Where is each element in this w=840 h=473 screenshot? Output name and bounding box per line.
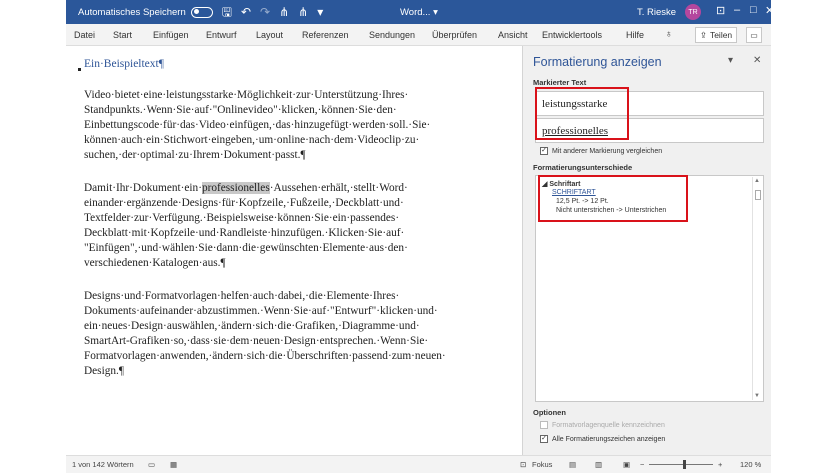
tab-sendungen[interactable]: Sendungen (369, 30, 415, 40)
style-source-checkbox-row[interactable]: Formatvorlagenquelle kennzeichnen (540, 421, 665, 429)
scroll-up-icon[interactable]: ▲ (754, 178, 760, 184)
red-highlight-box-diff (538, 175, 688, 222)
close-icon[interactable]: ✕ (765, 4, 774, 17)
lightbulb-icon[interactable]: ♁ (665, 29, 673, 40)
pane-title: Formatierung anzeigen (533, 55, 662, 69)
zoom-in-icon[interactable]: + (718, 460, 722, 469)
minimize-icon[interactable]: – (734, 4, 740, 16)
tree-icon[interactable]: ⋔ (279, 6, 289, 18)
zoom-slider[interactable] (649, 460, 713, 469)
proofing-icon[interactable]: ▭ (148, 460, 155, 469)
word-count[interactable]: 1 von 142 Wörtern (72, 460, 134, 469)
customize-icon[interactable]: ▾ (317, 6, 323, 18)
text-line: verschiedenen·Katalogen·aus.¶ (84, 257, 226, 269)
text-line: suchen,·der·optimal·zu·Ihrem·Dokument·pa… (84, 149, 306, 161)
scroll-down-icon[interactable]: ▼ (754, 393, 760, 399)
style-source-checkbox[interactable] (540, 421, 548, 429)
tab-ansicht[interactable]: Ansicht (498, 30, 528, 40)
red-highlight-box-text (535, 87, 629, 140)
document-area[interactable]: Ein·Beispieltext¶ Video·bietet·eine·leis… (66, 46, 522, 455)
pane-close-icon[interactable]: ✕ (753, 55, 761, 66)
maximize-icon[interactable]: □ (750, 4, 757, 16)
autosave-label: Automatisches Speichern (78, 6, 186, 18)
text-line: "Einfügen",·und·wählen·Sie·dann·die·gewü… (84, 242, 408, 254)
marked-text-label: Markierter Text (533, 78, 587, 87)
tab-einfuegen[interactable]: Einfügen (153, 30, 189, 40)
reveal-formatting-pane: Formatierung anzeigen ▾ ✕ Markierter Tex… (522, 46, 771, 455)
text-line: Damit·Ihr·Dokument·ein·professionelles·A… (84, 182, 408, 194)
text-line: Formatvorlagen·anwenden,·ändern·sich·die… (84, 350, 446, 362)
text-line: Design.¶ (84, 365, 124, 377)
zoom-level[interactable]: 120 % (740, 460, 761, 469)
save-icon[interactable]: 🖫 (222, 6, 232, 18)
tab-hilfe[interactable]: Hilfe (626, 30, 644, 40)
text-line: einander·ergänzende·Designs·für·Kopfzeil… (84, 197, 404, 209)
tree2-icon[interactable]: ⋔ (298, 6, 308, 18)
print-layout-icon[interactable]: ▥ (595, 460, 602, 469)
title-bar: Automatisches Speichern 🖫 ↶ ↷ ⋔ ⋔ ▾ Word… (66, 0, 774, 24)
tab-entwurf[interactable]: Entwurf (206, 30, 237, 40)
focus-label[interactable]: Fokus (532, 460, 552, 469)
comments-icon[interactable]: ▭ (746, 27, 762, 43)
pane-options-icon[interactable]: ▾ (728, 55, 733, 66)
redo-icon[interactable]: ↷ (260, 6, 270, 18)
text-line: Standpunkts.·Wenn·Sie·auf·"Onlinevideo"·… (84, 104, 397, 116)
autosave-toggle[interactable] (190, 6, 213, 18)
tab-start[interactable]: Start (113, 30, 132, 40)
tab-entwicklertools[interactable]: Entwicklertools (542, 30, 602, 40)
document-name[interactable]: Word... ▾ (400, 7, 438, 18)
tab-referenzen[interactable]: Referenzen (302, 30, 349, 40)
formatting-differences-label: Formatierungsunterschiede (533, 163, 633, 172)
show-all-marks-checkbox-row[interactable]: ✓ Alle Formatierungszeichen anzeigen (540, 435, 665, 443)
paragraph-1: Video·bietet·eine·leistungsstarke·Möglic… (84, 88, 508, 163)
text-line: Textfelder·zur·Verfügung.·Beispielsweise… (84, 212, 400, 224)
text-line: Designs·und·Formatvorlagen·helfen·auch·d… (84, 290, 400, 302)
focus-icon[interactable]: ⊡ (520, 460, 526, 469)
compare-checkbox-row[interactable]: ✓ Mit anderer Markierung vergleichen (540, 147, 662, 155)
text-line: Video·bietet·eine·leistungsstarke·Möglic… (84, 89, 409, 101)
word-window: Automatisches Speichern 🖫 ↶ ↷ ⋔ ⋔ ▾ Word… (0, 0, 840, 473)
text-line: SmartArt-Grafiken·so,·dass·sie·dem·neuen… (84, 335, 429, 347)
text-line: Einbettungscode·für·das·Video·einfügen,·… (84, 119, 431, 131)
diff-scrollbar[interactable]: ▲ ▼ (752, 177, 762, 400)
text-line: ein·neues·Design·auswählen,·ändern·sich·… (84, 320, 420, 332)
zoom-slider-knob[interactable] (683, 460, 686, 469)
undo-icon[interactable]: ↶ (241, 6, 251, 18)
tab-ueberpruefen[interactable]: Überprüfen (432, 30, 477, 40)
scroll-thumb[interactable] (755, 190, 761, 200)
web-layout-icon[interactable]: ▣ (623, 460, 630, 469)
share-button[interactable]: ⇪ Teilen (695, 27, 737, 43)
text-line: können·auch·ein·Stichwort·eingeben,·um·o… (84, 134, 420, 146)
bullet-marker (78, 68, 81, 71)
compare-checkbox[interactable]: ✓ (540, 147, 548, 155)
ribbon-tabs: Datei Start Einfügen Entwurf Layout Refe… (66, 24, 771, 46)
ribbon-display-icon[interactable]: ⊡ (716, 4, 725, 17)
macro-icon[interactable]: ▦ (170, 460, 177, 469)
show-all-marks-checkbox[interactable]: ✓ (540, 435, 548, 443)
tab-datei[interactable]: Datei (74, 30, 95, 40)
document-heading: Ein·Beispieltext¶ (84, 58, 164, 70)
text-line: Dokuments·aufeinander·abzustimmen.·Wenn·… (84, 305, 438, 317)
zoom-out-icon[interactable]: − (640, 460, 644, 469)
selected-text[interactable]: professionelles (201, 182, 270, 194)
user-name: T. Rieske (637, 6, 677, 18)
options-label: Optionen (533, 408, 566, 417)
share-icon: ⇪ (699, 29, 707, 40)
status-bar: 1 von 142 Wörtern ▭ ▦ ⊡ Fokus ▤ ▥ ▣ − + … (66, 455, 771, 473)
read-mode-icon[interactable]: ▤ (569, 460, 576, 469)
text-line: Deckblatt·mit·Kopfzeile·und·Randleiste·h… (84, 227, 405, 239)
paragraph-2: Damit·Ihr·Dokument·ein·professionelles·A… (84, 181, 508, 271)
avatar[interactable]: TR (685, 4, 701, 20)
paragraph-3: Designs·und·Formatvorlagen·helfen·auch·d… (84, 289, 508, 379)
tab-layout[interactable]: Layout (256, 30, 283, 40)
